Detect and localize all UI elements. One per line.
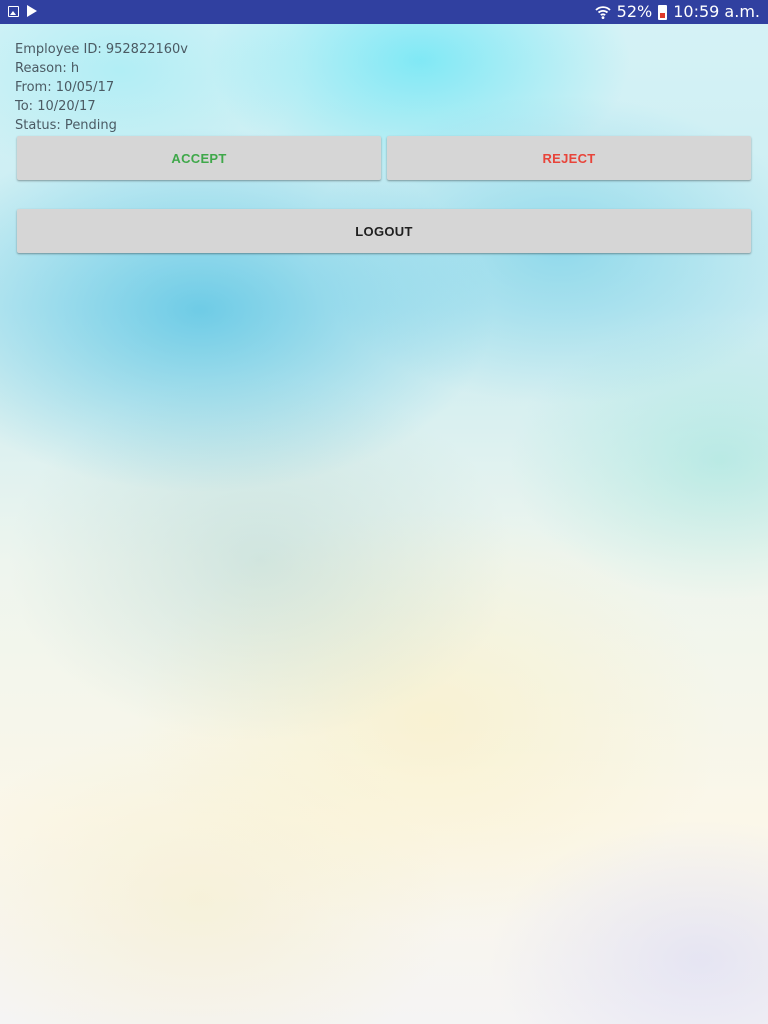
status: Status: Pending xyxy=(15,118,117,133)
image-notification-icon xyxy=(8,5,19,17)
employee-id: Employee ID: 952822160v xyxy=(15,42,189,57)
reason: Reason: h xyxy=(15,61,80,76)
leave-request-details: Employee ID: 952822160v Reason: h From: … xyxy=(15,40,188,135)
status-bar: 52% 10:59 a.m. xyxy=(0,0,768,24)
battery-icon xyxy=(658,4,668,20)
play-store-icon xyxy=(27,5,37,17)
notification-icons xyxy=(8,5,37,17)
to-date: To: 10/20/17 xyxy=(15,99,96,114)
clock: 10:59 a.m. xyxy=(673,2,760,21)
reject-button[interactable]: REJECT xyxy=(387,136,751,180)
battery-percentage: 52% xyxy=(616,2,653,21)
from-date: From: 10/05/17 xyxy=(15,80,115,95)
system-icons: 52% 10:59 a.m. xyxy=(595,2,760,22)
accept-button[interactable]: ACCEPT xyxy=(17,136,381,180)
wifi-icon xyxy=(595,6,611,19)
logout-button[interactable]: LOGOUT xyxy=(17,209,751,253)
